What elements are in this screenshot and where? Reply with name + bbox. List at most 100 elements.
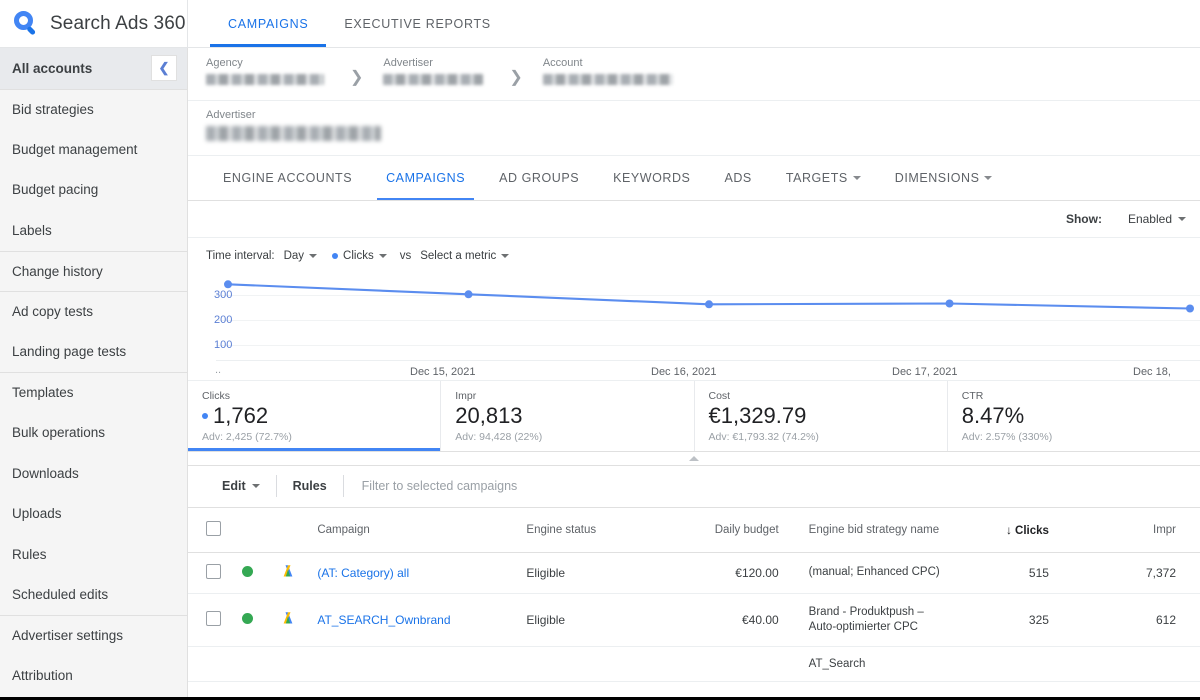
row-select-cell <box>188 646 237 682</box>
sidebar-item-advertiser-settings[interactable]: Advertiser settings <box>0 615 187 656</box>
column-header-impr[interactable]: Impr <box>1084 507 1200 553</box>
tab-keywords[interactable]: KEYWORDS <box>596 156 707 200</box>
scorecard-label: CTR <box>961 390 984 402</box>
row-status-cell <box>236 646 274 682</box>
campaigns-table: Campaign Engine status Daily budget Engi… <box>188 507 1200 682</box>
sidebar-item-label: Budget management <box>12 141 138 157</box>
column-header-daily-budget[interactable]: Daily budget <box>677 507 803 553</box>
x-axis-tick-dec-16: Dec 16, 2021 <box>651 366 717 378</box>
time-interval-dropdown[interactable]: Day <box>283 250 318 262</box>
show-filter-dropdown[interactable]: Enabled <box>1128 212 1186 226</box>
row-bid-strategy: Brand - Produktpush – Auto-optimierter C… <box>802 593 960 647</box>
top-tab-campaigns[interactable]: CAMPAIGNS <box>210 0 327 47</box>
time-interval-label: Time interval: <box>206 250 275 262</box>
chart-data-point[interactable] <box>224 280 232 289</box>
breadcrumb-account[interactable]: Account <box>542 57 673 85</box>
sidebar-item-landing-page-tests[interactable]: Landing page tests <box>0 332 187 373</box>
sub-tab-bar: ENGINE ACCOUNTS CAMPAIGNS AD GROUPS KEYW… <box>188 156 1200 201</box>
scorecard-clicks[interactable]: Clicks 1,762 Adv: 2,425 (72.7%) <box>188 381 442 451</box>
tab-targets[interactable]: TARGETS <box>769 156 878 200</box>
scorecard-cost[interactable]: Cost €1,329.79 Adv: €1,793.32 (74.2%) <box>695 381 948 451</box>
chevron-right-icon: ❯ <box>509 69 523 86</box>
scorecard-impr[interactable]: Impr 20,813 Adv: 94,428 (22%) <box>441 381 695 451</box>
edit-button[interactable]: Edit <box>206 479 276 493</box>
sidebar-item-downloads[interactable]: Downloads <box>0 453 187 494</box>
arrow-down-icon: ↓ <box>1006 522 1013 537</box>
row-select-cell <box>188 552 237 594</box>
scorecard-row: Clicks 1,762 Adv: 2,425 (72.7%) Impr 20,… <box>188 380 1200 451</box>
sidebar-item-bulk-operations[interactable]: Bulk operations <box>0 413 187 454</box>
breadcrumb-agency-value-redacted <box>206 74 324 85</box>
chart-data-point[interactable] <box>945 299 954 308</box>
row-checkbox[interactable] <box>206 563 221 579</box>
chart-canvas <box>216 280 1200 361</box>
search-loupe-icon <box>14 10 40 37</box>
sidebar-item-label: Change history <box>12 263 103 279</box>
row-clicks: 515 <box>959 552 1085 594</box>
table-row[interactable]: (AT: Category) all Eligible €120.00 (man… <box>188 552 1200 594</box>
sidebar-item-uploads[interactable]: Uploads <box>0 494 187 535</box>
sidebar-item-rules[interactable]: Rules <box>0 534 187 575</box>
chevron-left-icon[interactable]: ❮ <box>151 55 177 82</box>
scorecard-ctr[interactable]: CTR 8.47% Adv: 2.57% (330%) <box>948 381 1200 451</box>
tab-campaigns[interactable]: CAMPAIGNS <box>369 156 482 200</box>
sidebar-item-attribution[interactable]: Attribution <box>0 656 187 697</box>
tab-engine-accounts[interactable]: ENGINE ACCOUNTS <box>206 156 369 200</box>
breadcrumb-agency-label: Agency <box>206 57 243 69</box>
chart-collapse-handle[interactable] <box>188 450 1200 466</box>
column-header-clicks[interactable]: ↓ Clicks <box>959 507 1085 553</box>
sidebar-item-label: Templates <box>12 385 74 401</box>
sidebar-item-templates[interactable]: Templates <box>0 372 187 413</box>
row-campaign-cell <box>311 646 521 682</box>
tab-label: AD GROUPS <box>499 171 580 185</box>
google-ads-icon <box>283 611 293 624</box>
brand: Search Ads 360 <box>0 0 188 47</box>
row-engine-status: Eligible <box>520 552 678 594</box>
scorecard-value: €1,329.79 <box>708 403 807 428</box>
sidebar-item-labels[interactable]: Labels <box>0 210 187 251</box>
primary-metric-dropdown[interactable]: Clicks <box>332 250 387 262</box>
sidebar-item-bid-strategies[interactable]: Bid strategies <box>0 88 187 130</box>
breadcrumb-agency[interactable]: Agency <box>206 57 324 85</box>
sidebar-item-label: Bid strategies <box>12 101 94 117</box>
row-impr: 7,372 <box>1084 552 1200 594</box>
y-axis-tick-300: 300 <box>214 289 233 301</box>
y-axis-tick-200: 200 <box>214 314 233 326</box>
filter-input[interactable]: Filter to selected campaigns <box>344 479 518 493</box>
time-interval-value: Day <box>283 250 305 262</box>
column-header-engine-status[interactable]: Engine status <box>520 507 678 553</box>
campaign-link[interactable]: AT_SEARCH_Ownbrand <box>317 613 450 627</box>
google-ads-icon <box>283 564 293 576</box>
select-all-checkbox[interactable] <box>206 520 221 536</box>
table-row-partial[interactable]: AT_Search <box>188 646 1200 682</box>
column-header-campaign[interactable]: Campaign <box>311 507 521 553</box>
campaign-link[interactable]: (AT: Category) all <box>317 566 409 580</box>
row-campaign-cell: AT_SEARCH_Ownbrand <box>311 593 521 647</box>
rules-button[interactable]: Rules <box>277 479 343 493</box>
scorecard-value-wrap: €1,329.79 <box>709 402 947 430</box>
campaigns-table-wrap: Campaign Engine status Daily budget Engi… <box>188 507 1200 698</box>
tab-ads[interactable]: ADS <box>707 156 768 200</box>
breadcrumb-advertiser[interactable]: Advertiser <box>383 57 484 85</box>
tab-dimensions[interactable]: DIMENSIONS <box>878 156 1010 200</box>
sidebar-item-label: All accounts <box>12 60 93 76</box>
chart-data-point[interactable] <box>464 290 473 299</box>
table-row[interactable]: AT_SEARCH_Ownbrand Eligible €40.00 Brand… <box>188 593 1200 647</box>
sidebar-item-all-accounts[interactable]: All accounts ❮ <box>0 48 187 89</box>
chart-data-point[interactable] <box>705 300 713 309</box>
secondary-metric-dropdown[interactable]: Select a metric <box>420 250 510 262</box>
breadcrumb-account-value-redacted <box>542 74 673 85</box>
sidebar-item-budget-management[interactable]: Budget management <box>0 129 187 170</box>
row-checkbox[interactable] <box>206 610 221 626</box>
sidebar-item-budget-pacing[interactable]: Budget pacing <box>0 170 187 211</box>
chevron-down-icon <box>1178 217 1186 221</box>
breadcrumb-advertiser-label: Advertiser <box>383 57 433 69</box>
sidebar-item-change-history[interactable]: Change history <box>0 250 187 292</box>
sidebar-item-ad-copy-tests[interactable]: Ad copy tests <box>0 291 187 332</box>
top-bar: Search Ads 360 CAMPAIGNS EXECUTIVE REPOR… <box>0 0 1200 48</box>
sidebar-item-scheduled-edits[interactable]: Scheduled edits <box>0 575 187 616</box>
column-header-engine-bid-strategy-name[interactable]: Engine bid strategy name <box>802 507 960 553</box>
chart-data-point[interactable] <box>1186 304 1194 313</box>
tab-ad-groups[interactable]: AD GROUPS <box>482 156 596 200</box>
top-tab-executive-reports[interactable]: EXECUTIVE REPORTS <box>326 0 508 47</box>
